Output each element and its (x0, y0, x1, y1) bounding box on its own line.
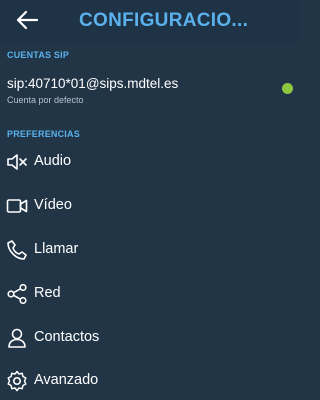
preference-item-contacts[interactable]: Contactos (0, 319, 300, 357)
top-app-bar: CONFIGURACIO... (0, 0, 300, 42)
preference-label: Red (34, 285, 61, 301)
sip-account-item[interactable]: sip:40710*01@sips.mdtel.es Cuenta por de… (0, 68, 300, 110)
sip-account-address: sip:40710*01@sips.mdtel.es (7, 76, 179, 91)
video-camera-icon (6, 195, 28, 217)
section-heading-preferences: PREFERENCIAS (7, 129, 80, 139)
share-network-icon (6, 283, 28, 305)
sip-account-subtitle: Cuenta por defecto (7, 95, 84, 105)
speaker-icon (6, 151, 28, 173)
gear-icon (6, 370, 28, 392)
preference-label: Avanzado (34, 372, 99, 388)
section-heading-sip: CUENTAS SIP (7, 50, 70, 60)
page-title: CONFIGURACIO... (79, 10, 249, 31)
preference-label: Llamar (34, 241, 79, 257)
preference-label: Audio (34, 153, 72, 169)
preference-item-audio[interactable]: Audio (0, 143, 300, 181)
preference-item-video[interactable]: Vídeo (0, 187, 300, 225)
arrow-left-icon[interactable] (14, 9, 40, 31)
person-icon (6, 327, 28, 349)
preference-label: Contactos (34, 329, 100, 345)
phone-icon (6, 239, 28, 261)
status-indicator (282, 83, 293, 94)
preference-item-network[interactable]: Red (0, 275, 300, 313)
preference-label: Vídeo (34, 197, 72, 213)
preference-item-call[interactable]: Llamar (0, 231, 300, 269)
preference-item-advanced[interactable]: Avanzado (0, 362, 300, 400)
